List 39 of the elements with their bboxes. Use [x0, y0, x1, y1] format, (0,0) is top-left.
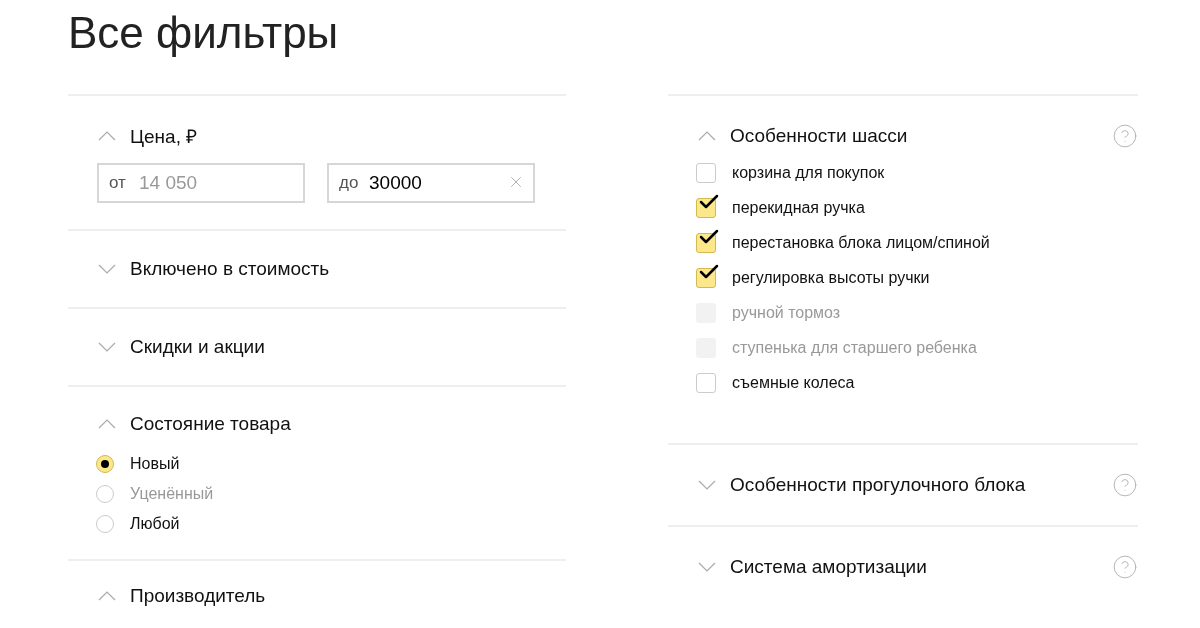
page-title: Все фильтры — [68, 7, 340, 59]
help-icon[interactable] — [1112, 123, 1138, 149]
radio-label: Новый — [130, 455, 180, 473]
section-header[interactable]: Скидки и акции — [68, 336, 566, 358]
radio-label: Уценённый — [130, 485, 214, 503]
radio-label: Любой — [130, 515, 180, 533]
checkbox-label: корзина для покупок — [732, 164, 885, 182]
radio-button[interactable] — [96, 515, 114, 533]
chevron-down-icon — [98, 264, 116, 274]
chevron-down-icon — [698, 480, 716, 490]
checkbox-label: съемные колеса — [732, 374, 855, 392]
chevron-up-icon — [98, 591, 116, 601]
checkbox-label: перестановка блока лицом/спиной — [732, 234, 990, 252]
chevron-up-icon — [698, 131, 716, 141]
section-header[interactable]: Система амортизации — [668, 554, 1138, 580]
field-prefix: до — [339, 174, 359, 192]
checkbox[interactable] — [696, 268, 716, 288]
section-header[interactable]: Особенности прогулочного блока — [668, 472, 1138, 498]
field-prefix: от — [109, 174, 126, 192]
section-header[interactable]: Состояние товара — [68, 413, 566, 435]
checkbox[interactable] — [696, 163, 716, 183]
chevron-down-icon — [98, 342, 116, 352]
chevron-up-icon — [98, 419, 116, 429]
section-header[interactable]: Включено в стоимость — [68, 258, 566, 280]
checkbox[interactable] — [696, 233, 716, 253]
help-icon[interactable] — [1112, 472, 1138, 498]
checkbox-label: ступенька для старшего ребенка — [732, 339, 977, 357]
checkbox[interactable] — [696, 373, 716, 393]
checkbox-label: ручной тормоз — [732, 304, 841, 322]
help-icon[interactable] — [1112, 554, 1138, 580]
radio-button[interactable] — [96, 455, 114, 473]
section-header[interactable]: Цена, ₽ — [68, 123, 566, 149]
chevron-down-icon — [698, 562, 716, 572]
checkbox-label: регулировка высоты ручки — [732, 269, 930, 287]
section-header[interactable]: Особенности шасси — [668, 123, 1138, 149]
chevron-up-icon — [98, 131, 116, 141]
checkbox[interactable] — [696, 198, 716, 218]
checkbox-label: перекидная ручка — [732, 199, 865, 217]
section-header[interactable]: Производитель — [68, 585, 566, 607]
